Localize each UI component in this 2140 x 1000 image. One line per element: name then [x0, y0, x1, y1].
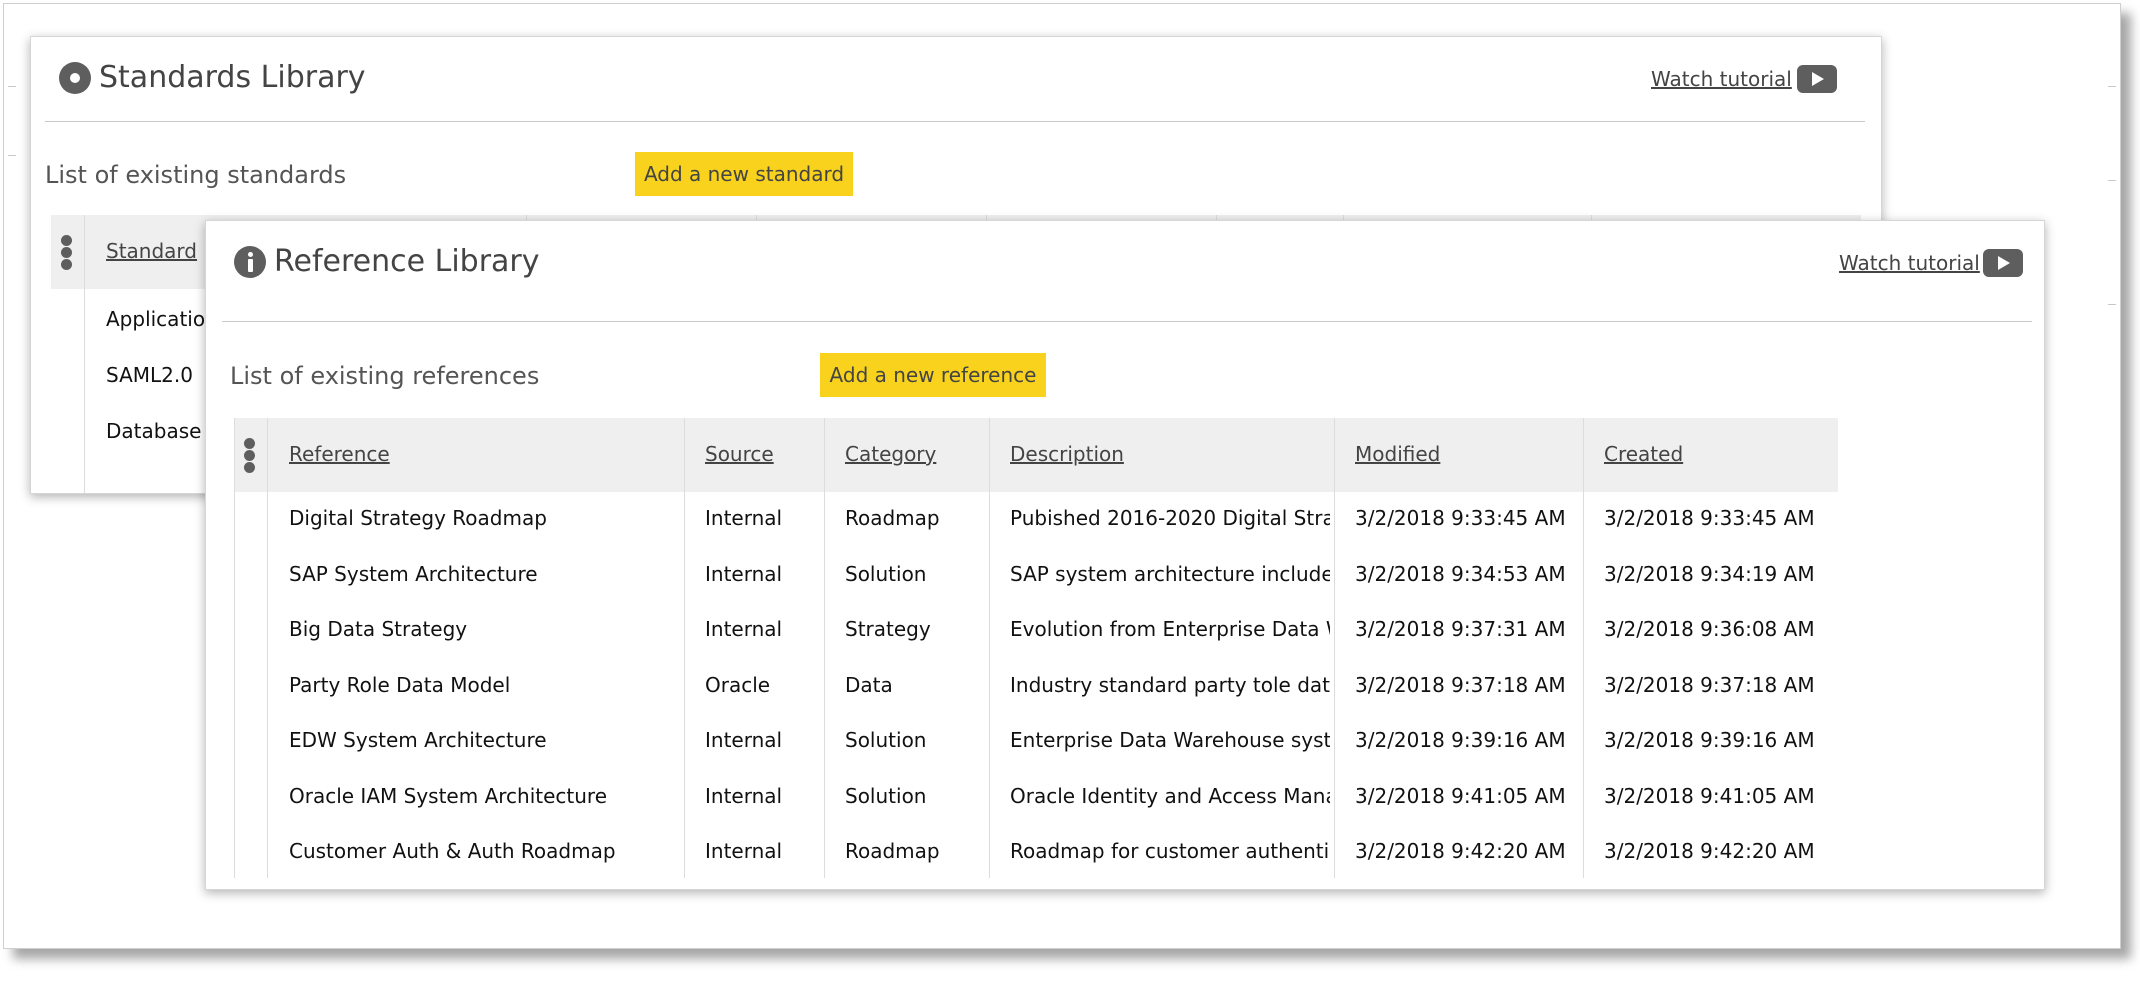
cell-created: 3/2/2018 9:39:16 AM — [1604, 728, 1815, 752]
column-header-category[interactable]: Category — [845, 442, 936, 466]
youtube-play-icon[interactable] — [1983, 249, 2023, 277]
column-divider — [84, 215, 85, 493]
cell-description: Oracle Identity and Access Manager — [1010, 783, 1330, 808]
cell-modified: 3/2/2018 9:37:18 AM — [1355, 672, 1566, 697]
cell-reference: Party Role Data Model — [289, 672, 511, 697]
cell-created: 3/2/2018 9:36:08 AM — [1604, 617, 1815, 641]
margin-tick — [2108, 86, 2116, 87]
standards-column-header-standard[interactable]: Standard — [106, 239, 197, 263]
cell-modified: 3/2/2018 9:41:05 AM — [1355, 783, 1566, 808]
cell-category: Data — [845, 672, 893, 697]
cell-description: SAP system architecture include the — [1010, 561, 1330, 586]
cell-source: Internal — [705, 617, 783, 641]
cell-created: 3/2/2018 9:33:45 AM — [1604, 506, 1815, 530]
column-header-source[interactable]: Source — [705, 442, 774, 466]
cell-reference: Digital Strategy Roadmap — [289, 506, 547, 530]
add-reference-button[interactable]: Add a new reference — [820, 353, 1046, 397]
cell-modified: 3/2/2018 9:37:31 AM — [1355, 617, 1566, 641]
cell-source: Internal — [705, 839, 783, 863]
cell-created: 3/2/2018 9:37:18 AM — [1604, 672, 1815, 697]
column-header-modified[interactable]: Modified — [1355, 442, 1440, 466]
cell-reference: Customer Auth & Auth Roadmap — [289, 839, 616, 863]
cell-source: Internal — [705, 783, 783, 808]
reference-list-title: List of existing references — [230, 362, 540, 390]
column-header-reference[interactable]: Reference — [289, 442, 390, 466]
standards-header-divider — [45, 121, 1865, 122]
standards-panel-header: Standards Library Watch tutorial — [31, 37, 1881, 121]
table-row[interactable]: EDW System Architecture Internal Solution E… — [234, 714, 1838, 769]
table-row[interactable]: Customer Auth & Auth Roadmap Internal Road… — [234, 825, 1838, 880]
cell-source: Internal — [705, 728, 783, 752]
cell-modified: 3/2/2018 9:33:45 AM — [1355, 506, 1566, 530]
cell-description: Roadmap for customer authenticatio — [1010, 839, 1330, 863]
cell-reference: EDW System Architecture — [289, 728, 547, 752]
cell-reference: SAP System Architecture — [289, 561, 538, 586]
cell-modified: 3/2/2018 9:42:20 AM — [1355, 839, 1566, 863]
cell-created: 3/2/2018 9:42:20 AM — [1604, 839, 1815, 863]
vertical-dots-icon[interactable] — [61, 235, 73, 271]
reference-library-panel: Reference Library Watch tutorial List of… — [205, 220, 2045, 890]
cell-reference: Big Data Strategy — [289, 617, 468, 641]
reference-panel-title: Reference Library — [274, 244, 540, 279]
cell-category: Solution — [845, 783, 927, 808]
standards-list-title: List of existing standards — [45, 161, 347, 189]
cell-description: Evolution from Enterprise Data Ware — [1010, 617, 1330, 641]
cell-category: Strategy — [845, 617, 931, 641]
margin-tick — [2108, 304, 2116, 305]
info-icon — [234, 246, 266, 278]
table-row[interactable]: Big Data Strategy Internal Strategy Evoluti… — [234, 603, 1838, 658]
cell-reference: Oracle IAM System Architecture — [289, 783, 608, 808]
reference-watch-tutorial-link[interactable]: Watch tutorial — [1839, 251, 1980, 275]
cell-category: Roadmap — [845, 506, 940, 530]
cell-created: 3/2/2018 9:41:05 AM — [1604, 783, 1815, 808]
column-header-description[interactable]: Description — [1010, 442, 1124, 466]
table-row[interactable]: Oracle IAM System Architecture Internal So… — [234, 770, 1838, 825]
standards-panel-title: Standards Library — [99, 60, 366, 95]
column-header-created[interactable]: Created — [1604, 442, 1683, 466]
cell-category: Roadmap — [845, 839, 940, 863]
margin-tick — [8, 155, 16, 156]
youtube-play-icon[interactable] — [1797, 65, 1837, 93]
vertical-dots-icon[interactable] — [244, 438, 256, 474]
cell-source: Internal — [705, 561, 783, 586]
margin-tick — [2108, 180, 2116, 181]
margin-tick — [8, 86, 16, 87]
table-row[interactable]: Party Role Data Model Oracle Data Industry … — [234, 659, 1838, 714]
cell-category: Solution — [845, 728, 927, 752]
cell-description: Enterprise Data Warehouse system a — [1010, 728, 1330, 752]
cell-source: Oracle — [705, 672, 771, 697]
reference-header-divider — [222, 321, 2032, 322]
table-row[interactable]: SAP System Architecture Internal Solution S… — [234, 548, 1838, 603]
record-circle-icon — [59, 62, 91, 94]
standards-row-cell[interactable]: Application — [106, 307, 218, 331]
standards-row-cell[interactable]: SAML2.0 — [106, 363, 193, 387]
cell-description: Pubished 2016-2020 Digital Strategy — [1010, 506, 1330, 530]
cell-modified: 3/2/2018 9:39:16 AM — [1355, 728, 1566, 752]
standards-watch-tutorial-link[interactable]: Watch tutorial — [1651, 67, 1792, 91]
cell-modified: 3/2/2018 9:34:53 AM — [1355, 561, 1566, 586]
cell-category: Solution — [845, 561, 927, 586]
cell-description: Industry standard party tole data mo — [1010, 672, 1330, 697]
reference-panel-header: Reference Library Watch tutorial — [206, 221, 2044, 305]
add-standard-button[interactable]: Add a new standard — [635, 152, 853, 196]
table-row[interactable]: Digital Strategy Roadmap Internal Roadmap P… — [234, 492, 1838, 547]
cell-created: 3/2/2018 9:34:19 AM — [1604, 561, 1815, 586]
cell-source: Internal — [705, 506, 783, 530]
reference-table: Reference Source Category Description Mo… — [234, 418, 1838, 878]
